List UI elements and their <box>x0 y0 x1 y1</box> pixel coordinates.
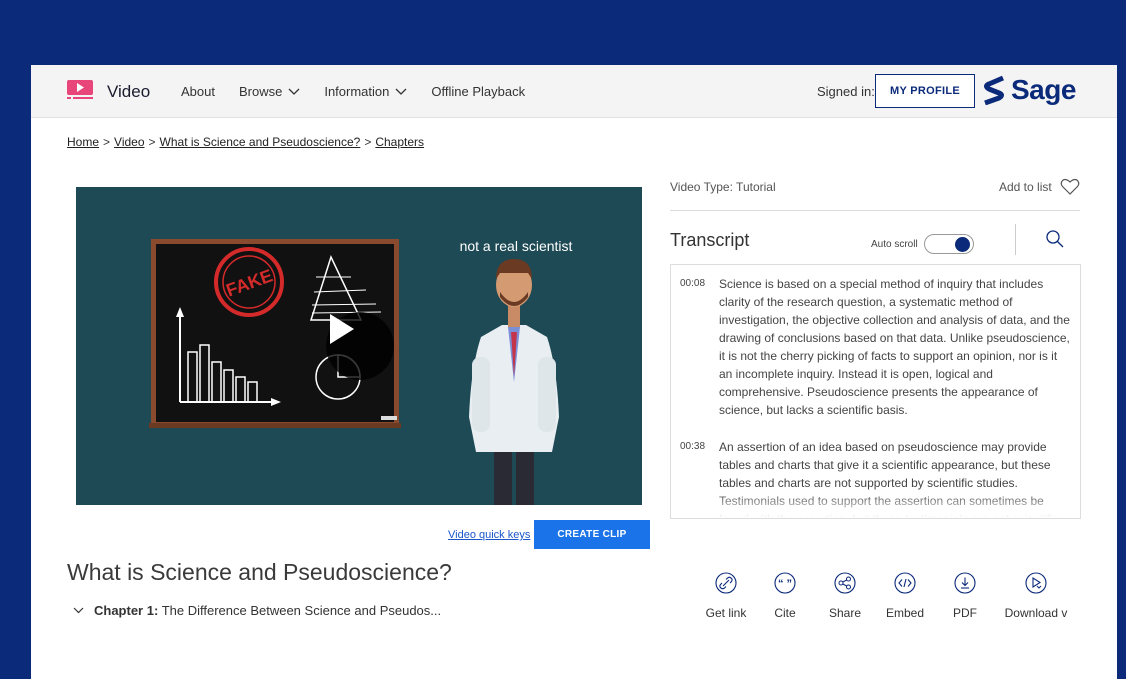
signed-in-label: Signed in: <box>817 84 875 99</box>
breadcrumb-title[interactable]: What is Science and Pseudoscience? <box>160 135 361 149</box>
transcript-text: Science is based on a special method of … <box>719 277 1070 417</box>
svg-text:“ ”: “ ” <box>778 578 792 590</box>
divider <box>1015 224 1016 255</box>
download-video-button[interactable]: Download v <box>995 572 1077 620</box>
play-button[interactable] <box>326 312 394 380</box>
download-video-label: Download v <box>1004 606 1068 620</box>
auto-scroll-label: Auto scroll <box>871 238 918 250</box>
share-label: Share <box>828 606 862 620</box>
auto-scroll-control: Auto scroll <box>871 234 974 254</box>
page: Video About Browse Information Offline P… <box>31 65 1117 679</box>
link-icon <box>715 572 737 594</box>
breadcrumb-chapters[interactable]: Chapters <box>375 135 424 149</box>
nav-offline-playback-label: Offline Playback <box>431 84 526 99</box>
chevron-down-icon <box>73 607 84 614</box>
nav-information[interactable]: Information <box>324 84 407 99</box>
chapter-label: Chapter 1: <box>94 603 159 618</box>
chapter-title: The Difference Between Science and Pseud… <box>161 603 442 618</box>
cite-label: Cite <box>774 606 796 620</box>
chevron-down-icon <box>288 88 300 95</box>
chevron-down-icon <box>395 88 407 95</box>
play-icon <box>330 314 354 344</box>
pdf-button[interactable]: PDF <box>935 572 995 620</box>
nav-browse[interactable]: Browse <box>239 84 300 99</box>
sage-logo-text: Sage <box>1011 74 1076 105</box>
video-overlay-text: not a real scientist <box>460 238 573 254</box>
chapter-text: Chapter 1: The Difference Between Scienc… <box>94 603 441 618</box>
breadcrumb-video[interactable]: Video <box>114 135 144 149</box>
sage-logo[interactable]: Sage <box>983 74 1076 106</box>
embed-button[interactable]: Embed <box>875 572 935 620</box>
create-clip-button[interactable]: CREATE CLIP <box>534 520 650 549</box>
video-title: What is Science and Pseudoscience? <box>67 559 452 585</box>
transcript-timestamp[interactable]: 00:08 <box>680 275 705 293</box>
transcript-heading: Transcript <box>670 230 750 250</box>
add-to-list-button[interactable]: Add to list <box>999 178 1080 196</box>
nav-about-label: About <box>181 84 215 99</box>
get-link-button[interactable]: Get link <box>697 572 755 620</box>
video-logo-icon[interactable] <box>67 80 93 100</box>
get-link-label: Get link <box>705 606 747 620</box>
search-icon[interactable] <box>1045 229 1065 249</box>
nav-browse-label: Browse <box>238 84 283 99</box>
chapter-selector[interactable]: Chapter 1: The Difference Between Scienc… <box>73 603 441 618</box>
divider <box>670 210 1080 211</box>
nav-information-label: Information <box>324 84 390 99</box>
top-navigation-bar: Video About Browse Information Offline P… <box>31 65 1117 118</box>
nav-about[interactable]: About <box>181 84 215 99</box>
video-type: Video Type: Tutorial <box>670 180 776 194</box>
action-bar: Get link “ ” Cite Share Embed PDF Downlo… <box>697 572 1077 620</box>
transcript-panel[interactable]: 00:08 Science is based on a special meth… <box>670 264 1081 519</box>
video-quick-keys-link[interactable]: Video quick keys <box>448 529 530 541</box>
download-icon <box>954 572 976 594</box>
scroll-fade <box>671 492 1080 518</box>
main-nav: About Browse Information Offline Playbac… <box>181 84 549 99</box>
heart-icon <box>1060 178 1080 195</box>
share-button[interactable]: Share <box>815 572 875 620</box>
embed-label: Embed <box>885 606 925 620</box>
scientist-illustration <box>469 259 559 505</box>
auto-scroll-toggle[interactable] <box>923 234 974 254</box>
share-icon <box>834 572 856 594</box>
nav-offline-playback[interactable]: Offline Playback <box>431 84 525 99</box>
video-player[interactable]: FAKE not a real scientist <box>76 187 642 505</box>
code-icon <box>894 572 916 594</box>
breadcrumb-home[interactable]: Home <box>67 135 99 149</box>
add-to-list-label: Add to list <box>999 180 1052 194</box>
pdf-label: PDF <box>953 606 977 620</box>
breadcrumb: Home > Video > What is Science and Pseudosci… <box>67 135 425 149</box>
brand-title[interactable]: Video <box>107 82 150 102</box>
sage-s-icon <box>984 75 1004 105</box>
video-download-icon <box>1025 572 1047 594</box>
my-profile-button[interactable]: MY PROFILE <box>875 74 975 108</box>
transcript-timestamp[interactable]: 00:38 <box>680 438 705 456</box>
transcript-entry[interactable]: 00:08 Science is based on a special meth… <box>680 275 1072 419</box>
cite-button[interactable]: “ ” Cite <box>755 572 815 620</box>
quote-icon: “ ” <box>774 572 796 594</box>
